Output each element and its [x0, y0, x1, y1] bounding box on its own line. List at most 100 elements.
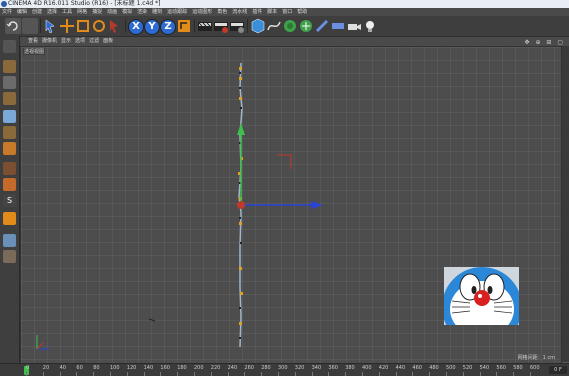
texture-mode-icon[interactable] [3, 76, 16, 89]
menu-item-9[interactable]: 渲染 [137, 8, 147, 16]
timeline-tick-label: 20 [42, 365, 50, 371]
timeline-tick-mark [294, 372, 296, 376]
viewport-menu-item-3[interactable]: 选项 [75, 37, 85, 46]
menu-item-4[interactable]: 工具 [62, 8, 72, 16]
redo-icon[interactable] [22, 18, 38, 34]
main-toolbar: X Y Z [0, 16, 569, 37]
timeline-tick-mark [143, 372, 145, 376]
menu-item-15[interactable]: 插件 [252, 8, 262, 16]
lock-workplane-icon[interactable] [3, 250, 16, 263]
menu-item-2[interactable]: 创建 [32, 8, 42, 16]
menu-item-0[interactable]: 文件 [2, 8, 12, 16]
timeline-tick-mark [59, 372, 61, 376]
menu-bar: 文件 编辑 创建 选择 工具 网格 捕捉 动画 模拟 渲染 雕刻 运动跟踪 运动图形 角色 流水线 插件 脚本窗… [0, 8, 569, 16]
timeline-tick-label: 260 [244, 365, 254, 371]
timeline-tick-label: 560 [496, 365, 506, 371]
menu-item-5[interactable]: 网格 [77, 8, 87, 16]
render-to-picture-viewer-icon[interactable] [213, 18, 229, 34]
timeline-tick-mark [261, 372, 263, 376]
viewport-menu-bar: 查看 摄像机 显示 选项 过滤 面板 ✥ ⊕ ⊞ ▢ [20, 37, 569, 46]
make-editable-icon[interactable] [3, 40, 16, 53]
menu-item-11[interactable]: 运动跟踪 [167, 8, 187, 16]
rotate-tool-icon[interactable] [91, 18, 107, 34]
menu-item-16[interactable]: 脚本 [267, 8, 277, 16]
viewport-menu-item-0[interactable]: 查看 [28, 37, 38, 46]
menu-item-1[interactable]: 编辑 [17, 8, 27, 16]
viewport-menu-item-2[interactable]: 显示 [61, 37, 71, 46]
timeline-tick-mark [479, 372, 481, 376]
viewport-menu-item-4[interactable]: 过滤 [89, 37, 99, 46]
timeline-tick-label: 220 [210, 365, 221, 371]
timeline-tick-label: 120 [126, 365, 137, 371]
left-mode-toolbar: S [0, 36, 20, 375]
x-axis-lock-button[interactable]: X [128, 19, 144, 35]
cinema4d-logo-icon [1, 1, 7, 7]
deformer-icon[interactable] [314, 18, 330, 34]
timeline-tick-mark [26, 372, 27, 376]
timeline-tick-label: 400 [362, 365, 372, 371]
timeline-tick-mark [177, 372, 179, 376]
array-icon[interactable] [298, 18, 314, 34]
timeline-tick-mark [278, 372, 279, 376]
model-mode-icon[interactable] [3, 60, 16, 73]
select-tool-icon[interactable] [43, 18, 59, 34]
menu-item-6[interactable]: 捕捉 [92, 8, 102, 16]
timeline-tick-label: 200 [194, 365, 204, 371]
live-selection-icon[interactable] [107, 18, 123, 34]
timeline-ruler[interactable]: 0 F 0 20 40 60 80 100 120 140 160 180 200 220 240 260… [0, 363, 569, 376]
timeline-tick-label: 80 [93, 365, 100, 371]
menu-item-10[interactable]: 雕刻 [152, 8, 162, 16]
scale-tool-icon[interactable] [75, 18, 91, 34]
menu-item-7[interactable]: 动画 [107, 8, 117, 16]
timeline-tick-mark [446, 372, 447, 376]
viewport-menu-item-1[interactable]: 摄像机 [42, 37, 57, 46]
timeline-tick-label: 160 [160, 365, 170, 371]
timeline-tick-label: 500 [446, 365, 456, 371]
timeline-tick-label: 240 [227, 365, 238, 371]
light-icon[interactable] [362, 18, 378, 34]
move-tool-icon[interactable] [59, 18, 75, 34]
timeline-tick-label: 280 [261, 365, 271, 371]
timeline-tick-label: 340 [311, 365, 322, 371]
workplane-icon[interactable] [3, 92, 16, 105]
render-settings-icon[interactable] [229, 18, 245, 34]
render-view-icon[interactable] [197, 18, 213, 34]
menu-item-17[interactable]: 窗口 [282, 8, 292, 16]
axis-mode-icon[interactable] [3, 162, 16, 175]
y-axis-lock-button[interactable]: Y [144, 19, 160, 35]
undo-icon[interactable] [5, 18, 21, 34]
z-axis-lock-button[interactable]: Z [160, 19, 176, 35]
menu-item-12[interactable]: 运动图形 [192, 8, 212, 16]
tweak-mode-icon[interactable] [3, 178, 16, 191]
camera-icon[interactable] [346, 18, 362, 34]
edges-mode-icon[interactable] [3, 126, 16, 139]
timeline-tick-mark [93, 372, 95, 376]
menu-item-14[interactable]: 流水线 [232, 8, 247, 16]
timeline-tick-label: 600 [530, 365, 540, 371]
menu-item-13[interactable]: 角色 [217, 8, 227, 16]
timeline-tick-label: 140 [143, 365, 154, 371]
timeline-tick-label: 300 [278, 365, 288, 371]
quantize-icon[interactable] [3, 212, 16, 225]
soft-selection-icon[interactable] [3, 234, 16, 247]
coordinate-system-icon[interactable] [176, 18, 192, 34]
timeline-tick-label: 580 [513, 365, 523, 371]
snap-icon[interactable]: S [3, 194, 16, 207]
timeline-tick-mark [76, 372, 78, 376]
cube-object-icon[interactable] [250, 18, 266, 34]
floor-icon[interactable] [330, 18, 346, 34]
menu-item-8[interactable]: 模拟 [122, 8, 132, 16]
polygons-mode-icon[interactable] [3, 142, 16, 155]
spline-pen-icon[interactable] [266, 18, 282, 34]
timeline-tick-label: 440 [395, 365, 406, 371]
timeline-tick-mark [412, 372, 414, 376]
subdivision-surface-icon[interactable] [282, 18, 298, 34]
timeline-tick-mark [378, 372, 380, 376]
end-frame-field[interactable]: 0 F [549, 366, 567, 374]
points-mode-icon[interactable] [3, 110, 16, 123]
timeline-tick-label: 60 [76, 365, 83, 371]
viewport-menu-item-5[interactable]: 面板 [103, 37, 113, 46]
timeline-tick-mark [345, 372, 347, 376]
menu-item-3[interactable]: 选择 [47, 8, 57, 16]
menu-item-18[interactable]: 帮助 [297, 8, 307, 16]
